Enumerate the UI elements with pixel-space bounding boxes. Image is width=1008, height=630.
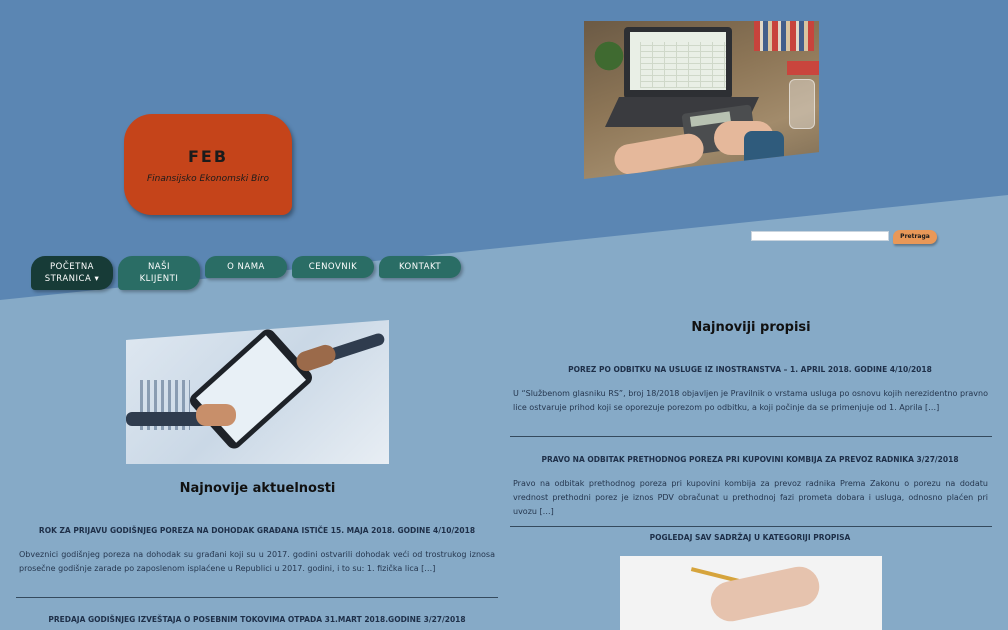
tablet-graphic — [186, 326, 316, 452]
nav-label: O NAMA — [227, 262, 265, 272]
search-button[interactable]: Pretraga — [893, 230, 937, 244]
hand-graphic-right — [293, 342, 339, 374]
news-article-title[interactable]: ROK ZA PRIJAVU GODIŠNJEG POREZA NA DOHOD… — [16, 526, 498, 535]
search-input[interactable] — [751, 231, 889, 241]
right-section-title: Najnoviji propisi — [691, 320, 811, 335]
nav-item-o-nama[interactable]: O NAMA — [205, 256, 287, 278]
laptop-screen — [630, 32, 726, 90]
nav-label-line1: NAŠI — [147, 262, 171, 272]
regulation-article-title[interactable]: POREZ PO ODBITKU NA USLUGE IZ INOSTRANST… — [510, 365, 990, 374]
hand-graphic-left — [196, 404, 236, 426]
hand-graphic — [707, 563, 823, 625]
tablet-screen — [195, 335, 307, 443]
plant-graphic — [590, 31, 628, 81]
news-image[interactable] — [126, 320, 389, 464]
nav-label: KONTAKT — [398, 262, 442, 272]
nav-label-line2: STRANICA ▾ — [44, 274, 100, 284]
article-divider — [16, 597, 498, 598]
nav-item-nasi-klijenti[interactable]: NAŠI KLIJENTI — [118, 256, 200, 290]
regulation-article-title[interactable]: PRAVO NA ODBITAK PRETHODNOG POREZA PRI K… — [510, 455, 990, 464]
logo-subtitle: Finansijsko Ekonomski Biro — [146, 174, 270, 184]
article-divider — [510, 526, 992, 527]
view-all-regulations-link[interactable]: POGLEDAJ SAV SADRŽAJ U KATEGORIJI PROPIS… — [510, 533, 990, 542]
glass-graphic — [789, 79, 815, 129]
left-section-title: Najnovije aktuelnosti — [179, 481, 336, 496]
article-divider — [510, 436, 992, 437]
regulation-article-excerpt: U “Službenom glasniku RS”, broj 18/2018 … — [513, 389, 988, 412]
nav-item-cenovnik[interactable]: CENOVNIK — [292, 256, 374, 278]
regulations-image[interactable] — [620, 556, 882, 630]
site-logo[interactable]: FEB Finansijsko Ekonomski Biro — [124, 114, 292, 215]
nav-label-line2: KLIJENTI — [139, 274, 179, 284]
spreadsheet-graphic — [640, 42, 726, 88]
nav-label-line1: POČETNA — [50, 262, 94, 272]
nav-item-pocetna-stranica[interactable]: POČETNA STRANICA ▾ — [31, 256, 113, 290]
laptop-graphic — [624, 27, 732, 99]
news-article-title[interactable]: PREDAJA GODIŠNJEG IZVEŠTAJA O POSEBNIM T… — [16, 615, 498, 624]
news-article-excerpt: Obveznici godišnjeg poreza na dohodak su… — [19, 550, 495, 573]
folders-graphic — [754, 21, 814, 51]
regulation-article-excerpt: Pravo na odbitak prethodnog poreza pri k… — [513, 479, 988, 516]
logo-title: FEB — [187, 147, 229, 166]
nav-item-kontakt[interactable]: KONTAKT — [379, 256, 461, 278]
header-image — [584, 21, 819, 179]
nav-label: CENOVNIK — [308, 262, 358, 272]
book-graphic — [787, 61, 819, 75]
